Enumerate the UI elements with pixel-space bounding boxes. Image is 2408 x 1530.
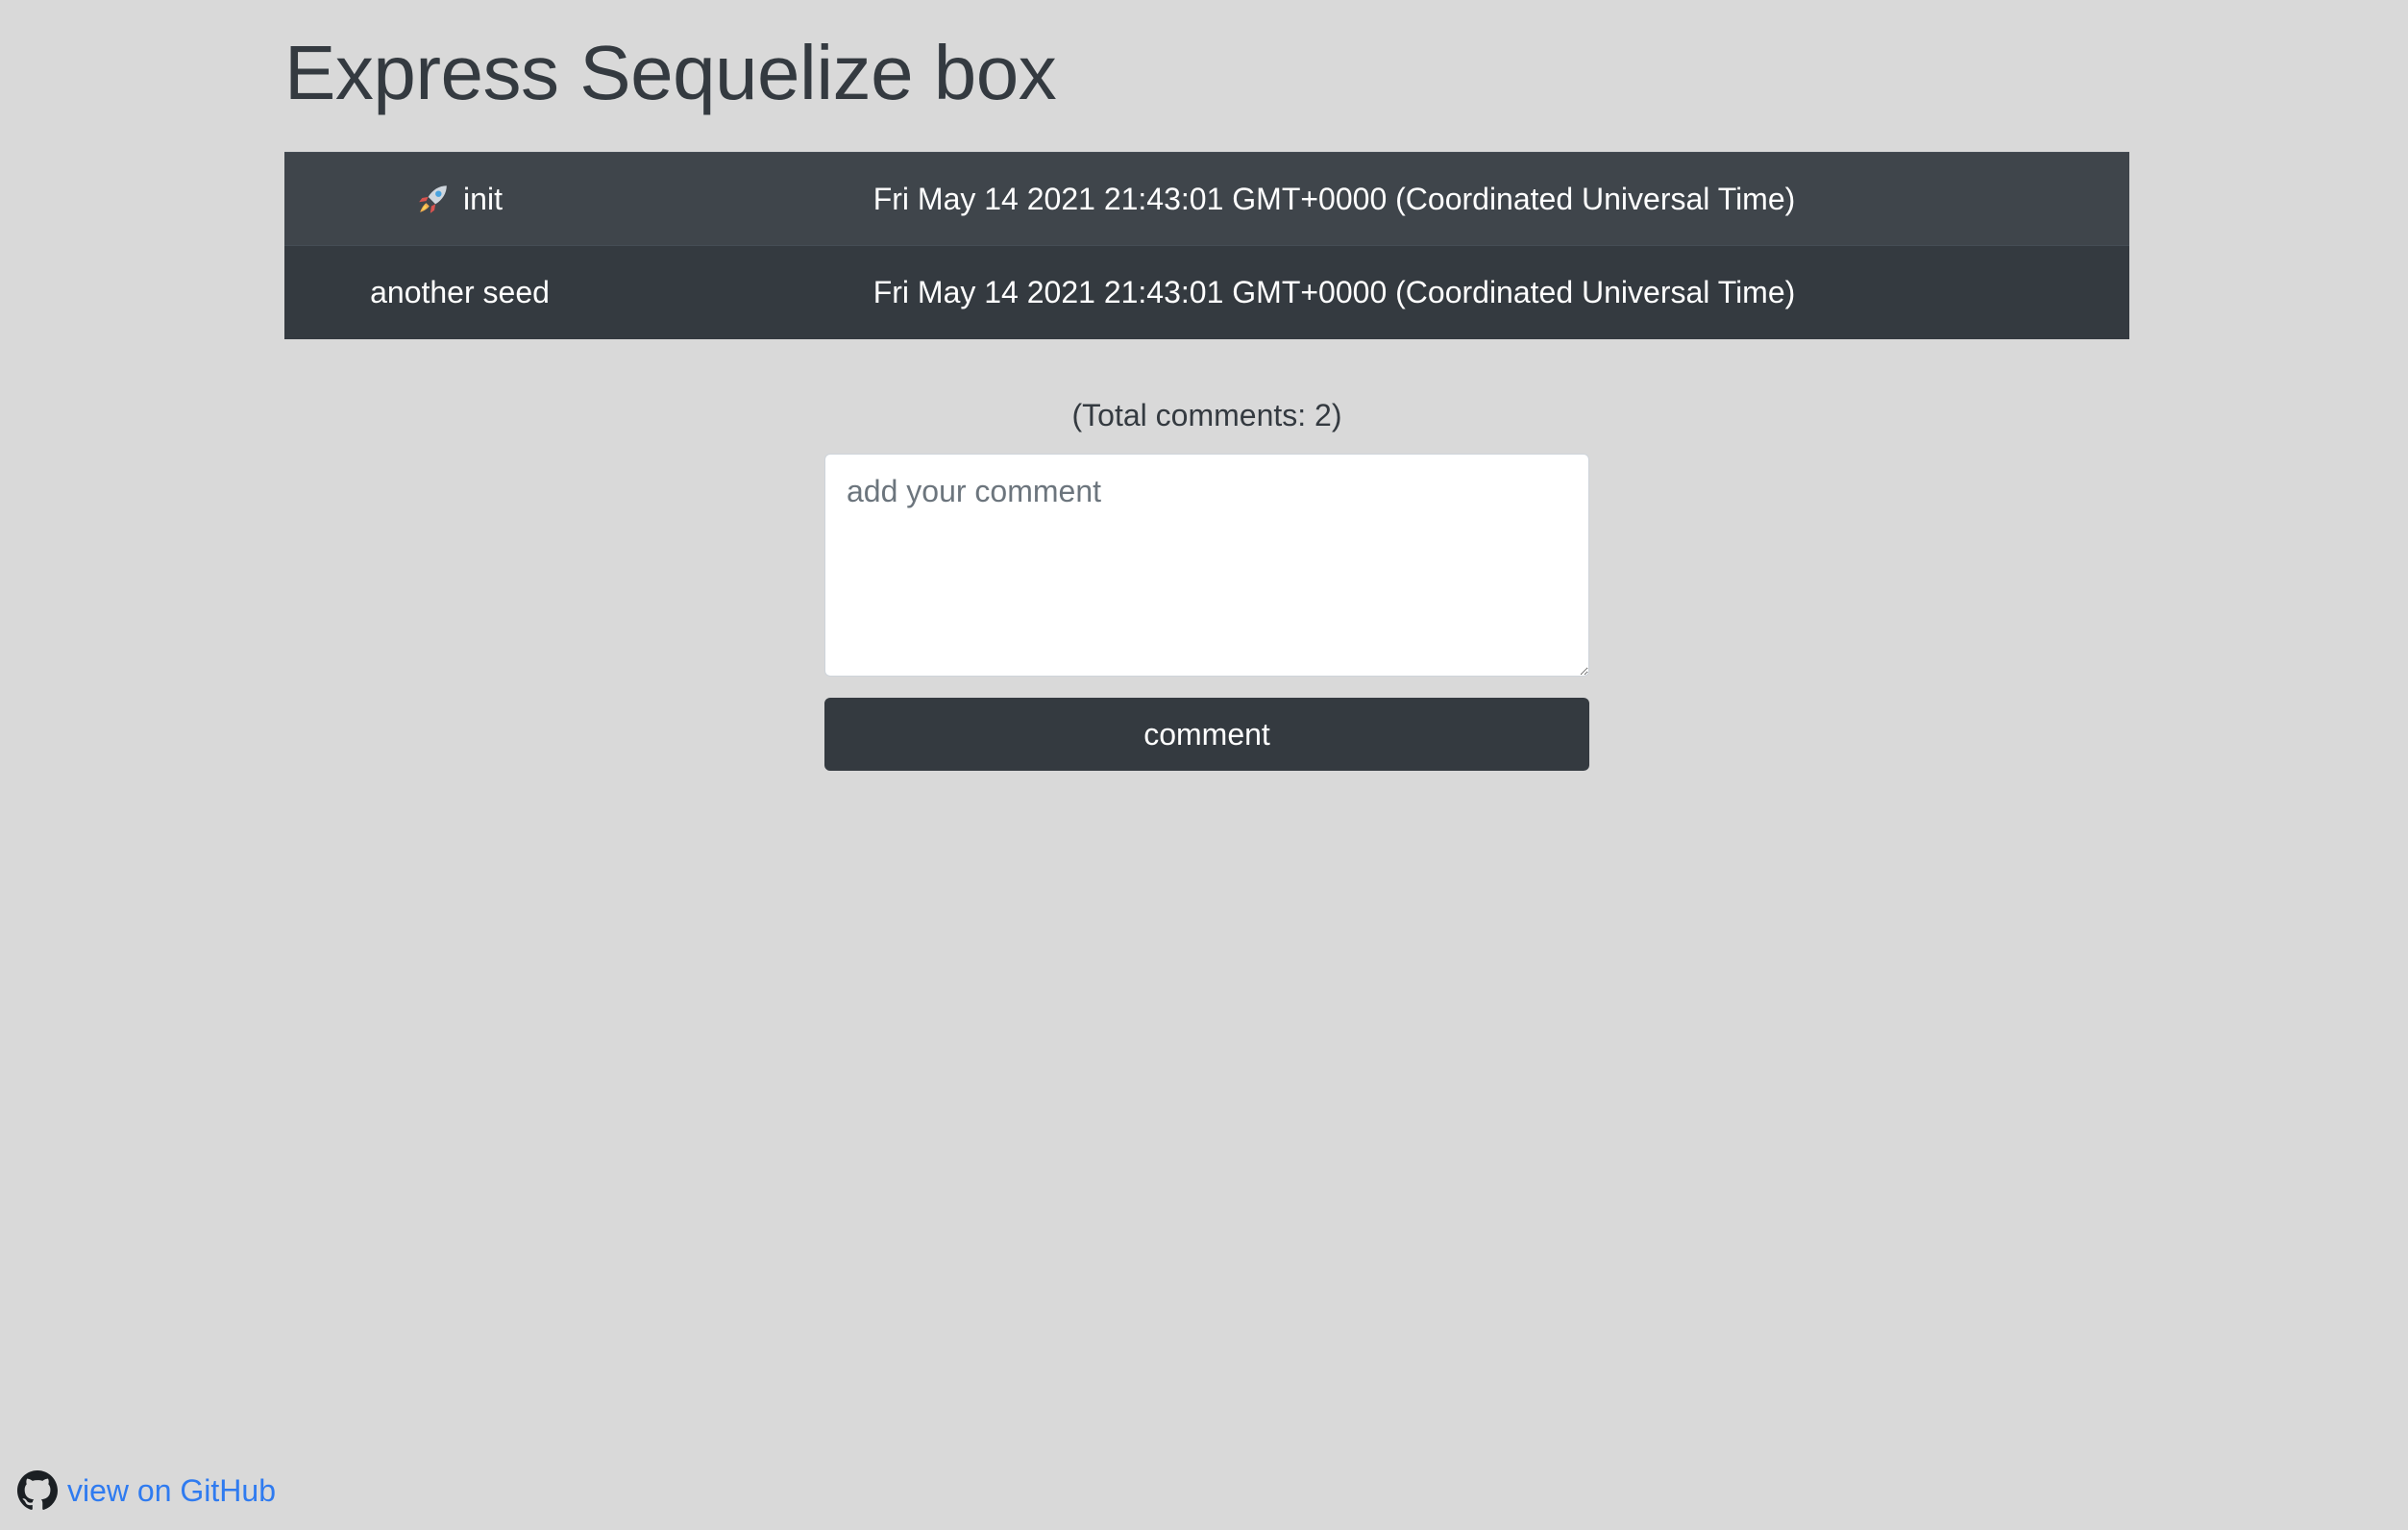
rocket-icon [419, 185, 447, 213]
github-link[interactable]: view on GitHub [17, 1470, 276, 1511]
comment-message-cell: init [284, 152, 635, 246]
table-row: init Fri May 14 2021 21:43:01 GMT+0000 (… [284, 152, 2129, 246]
comment-text: init [463, 181, 503, 216]
comments-table: init Fri May 14 2021 21:43:01 GMT+0000 (… [284, 152, 2129, 339]
table-row: another seed Fri May 14 2021 21:43:01 GM… [284, 245, 2129, 339]
github-icon [17, 1470, 58, 1510]
total-comments-count: (Total comments: 2) [1071, 398, 1342, 432]
github-link-label: view on GitHub [67, 1472, 276, 1508]
comment-form: comment [824, 454, 1589, 771]
comment-submit-button[interactable]: comment [824, 698, 1589, 771]
comment-date: Fri May 14 2021 21:43:01 GMT+0000 (Coord… [635, 245, 2129, 339]
comment-text: another seed [370, 274, 550, 309]
comment-textarea[interactable] [824, 454, 1589, 677]
comment-message-cell: another seed [284, 245, 635, 339]
page-title: Express Sequelize box [284, 30, 1057, 115]
comment-date: Fri May 14 2021 21:43:01 GMT+0000 (Coord… [635, 152, 2129, 246]
